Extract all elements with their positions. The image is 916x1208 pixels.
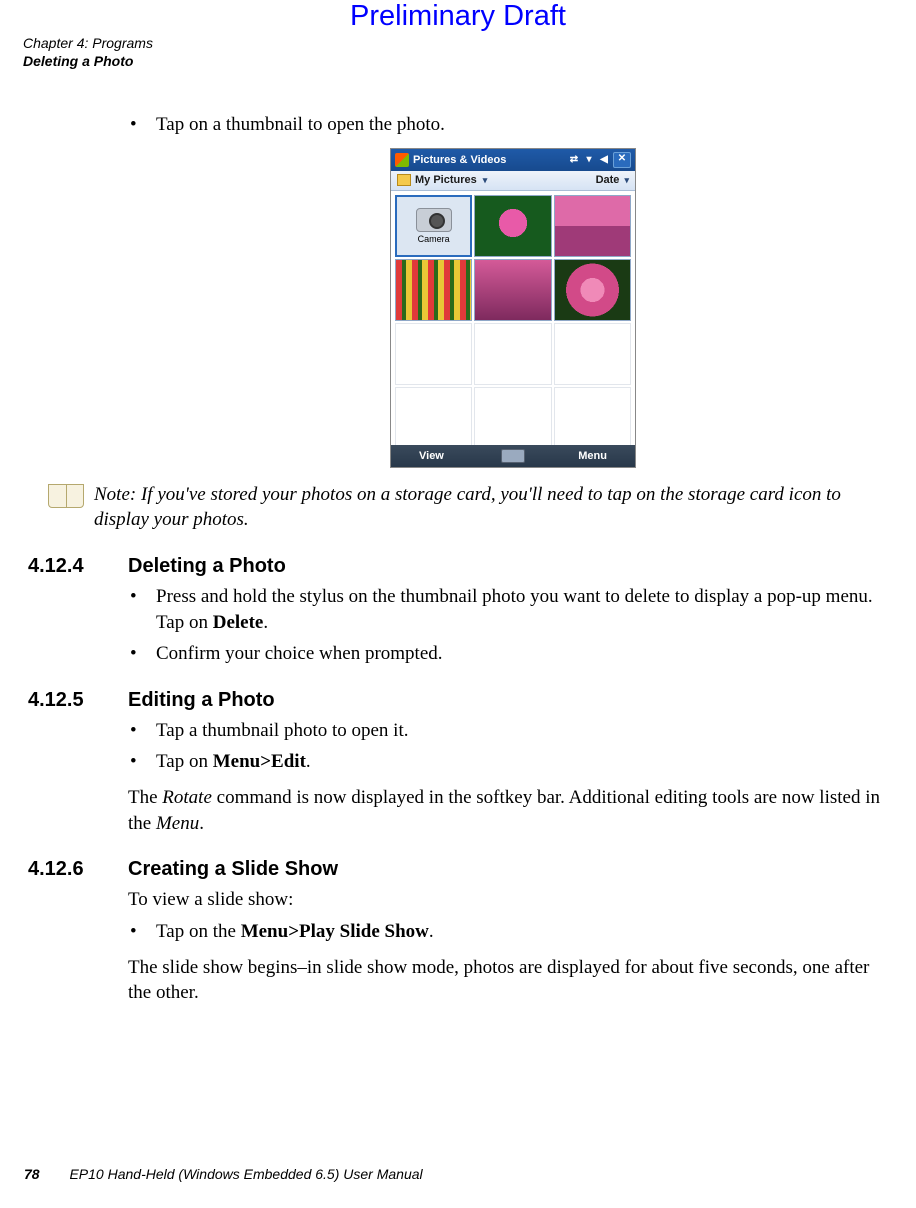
folder-icon [397, 174, 411, 186]
footer: 78 EP10 Hand-Held (Windows Embedded 6.5)… [24, 1166, 423, 1182]
start-icon[interactable] [395, 153, 409, 167]
doc-title: EP10 Hand-Held (Windows Embedded 6.5) Us… [69, 1166, 422, 1182]
bullet-bold: Delete [213, 612, 264, 633]
section-number: 4.12.6 [28, 858, 108, 881]
preliminary-draft-watermark: Preliminary Draft [0, 0, 916, 33]
app-title: Pictures & Videos [413, 154, 506, 166]
thumbnail-empty [474, 323, 551, 385]
section-number: 4.12.4 [28, 555, 108, 578]
list-item: Tap on the Menu>Play Slide Show. [128, 919, 898, 945]
section-heading: 4.12.4 Deleting a Photo [28, 555, 898, 578]
toolbar: My Pictures ▾ Date ▾ [391, 171, 635, 191]
thumbnail-empty [554, 387, 631, 449]
section-title: Creating a Slide Show [128, 858, 338, 881]
folder-label: My Pictures [415, 174, 477, 186]
bullet-text: . [263, 612, 268, 633]
intro-bullet: Tap on a thumbnail to open the photo. [128, 112, 898, 138]
folder-dropdown[interactable]: My Pictures ▾ [397, 174, 487, 186]
list-item: Confirm your choice when prompted. [128, 641, 898, 667]
section-heading: 4.12.6 Creating a Slide Show [28, 858, 898, 881]
device-screenshot: Pictures & Videos ⇄ ▾ ◀ ✕ My Pictures ▾ [390, 148, 636, 468]
volume-icon[interactable]: ◀ [598, 154, 610, 166]
section-heading: 4.12.5 Editing a Photo [28, 689, 898, 712]
para-em: Rotate [162, 787, 212, 808]
list-item: Tap a thumbnail photo to open it. [128, 718, 898, 744]
section-number: 4.12.5 [28, 689, 108, 712]
thumbnail-camera[interactable]: Camera [395, 195, 472, 257]
bullet-text: Tap on the [156, 921, 241, 942]
thumbnail-empty [474, 387, 551, 449]
thumbnail-photo[interactable] [554, 195, 631, 257]
keyboard-icon[interactable] [501, 449, 525, 463]
thumbnail-label: Camera [418, 234, 450, 244]
thumbnail-photo[interactable] [395, 259, 472, 321]
chevron-down-icon: ▾ [483, 175, 488, 186]
thumbnail-empty [395, 323, 472, 385]
bullet-text: . [306, 751, 311, 772]
book-icon [48, 482, 84, 508]
signal-icon[interactable]: ▾ [583, 154, 595, 166]
connectivity-icon[interactable]: ⇄ [568, 154, 580, 166]
para-text: . [199, 813, 204, 834]
list-item: Tap on Menu>Edit. [128, 749, 898, 775]
para-em: Menu [156, 813, 199, 834]
thumbnail-photo[interactable] [474, 259, 551, 321]
bullet-text: Tap on [156, 751, 213, 772]
note-label: Note: [94, 484, 136, 505]
section-title: Editing a Photo [128, 689, 275, 712]
list-item: Press and hold the stylus on the thumbna… [128, 584, 898, 635]
note-block: Note: If you've stored your photos on a … [48, 482, 898, 533]
softkey-menu[interactable]: Menu [578, 450, 607, 462]
titlebar: Pictures & Videos ⇄ ▾ ◀ ✕ [391, 149, 635, 171]
sort-label: Date [596, 174, 620, 186]
paragraph: To view a slide show: [128, 887, 888, 913]
para-text: The [128, 787, 162, 808]
thumbnail-photo[interactable] [554, 259, 631, 321]
section-title: Deleting a Photo [128, 555, 286, 578]
page-number: 78 [24, 1166, 40, 1182]
chapter-label: Chapter 4: Programs [23, 35, 153, 53]
paragraph: The Rotate command is now displayed in t… [128, 785, 888, 836]
softkey-bar: View Menu [391, 445, 635, 467]
chevron-down-icon: ▾ [624, 175, 629, 185]
para-text: command is now displayed in the softkey … [128, 787, 880, 834]
bullet-text: Tap a thumbnail photo to open it. [156, 720, 409, 741]
bullet-text: Confirm your choice when prompted. [156, 643, 443, 664]
sort-dropdown[interactable]: Date ▾ [596, 174, 629, 186]
note-text: If you've stored your photos on a storag… [94, 484, 841, 531]
thumbnail-empty [395, 387, 472, 449]
thumbnail-photo[interactable] [474, 195, 551, 257]
section-label: Deleting a Photo [23, 53, 153, 71]
thumbnail-grid: Camera [391, 191, 635, 445]
camera-icon [416, 208, 452, 232]
bullet-bold: Menu>Edit [213, 751, 306, 772]
bullet-bold: Menu>Play Slide Show [241, 921, 429, 942]
paragraph: The slide show begins–in slide show mode… [128, 955, 888, 1006]
close-icon[interactable]: ✕ [613, 152, 631, 168]
thumbnail-empty [554, 323, 631, 385]
softkey-view[interactable]: View [419, 450, 444, 462]
running-header: Chapter 4: Programs Deleting a Photo [23, 35, 153, 70]
bullet-text: . [429, 921, 434, 942]
